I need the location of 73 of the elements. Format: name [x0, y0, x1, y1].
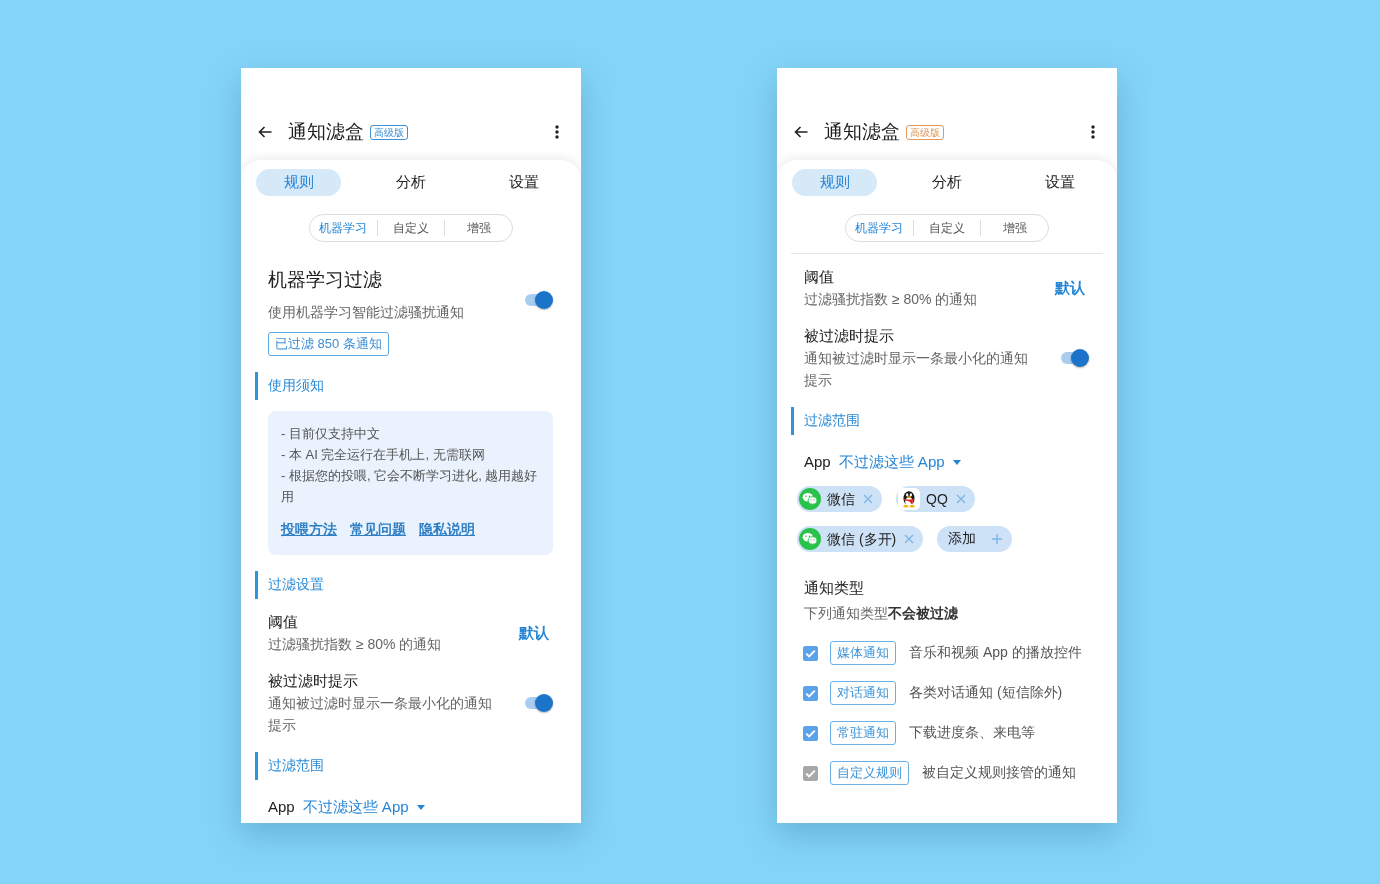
section-header: 过滤范围 — [791, 407, 1089, 435]
tab[interactable]: 分析 — [904, 169, 990, 196]
field-label: App — [804, 452, 831, 472]
edition-badge: 高级版 — [370, 124, 408, 140]
chat-bubbles-icon — [799, 488, 821, 510]
app-title: 通知滤盒 — [288, 120, 364, 144]
tab[interactable]: 设置 — [1017, 169, 1102, 196]
count-badge: 已过滤 850 条通知 — [268, 332, 389, 356]
tab[interactable]: 设置 — [481, 169, 566, 196]
help-link[interactable]: 投喂方法 — [281, 519, 337, 539]
back-arrow-icon[interactable] — [258, 126, 272, 138]
chip-label: 微信 (多开) — [827, 530, 897, 549]
default-button[interactable]: 默认 — [519, 623, 553, 643]
type-description: 被自定义规则接管的通知 — [922, 764, 1076, 782]
toggle-switch[interactable] — [1061, 348, 1089, 368]
setting-description: 通知被过滤时显示一条最小化的通知提示 — [268, 694, 493, 735]
chip-label: QQ — [926, 490, 948, 509]
section-subtitle: 下列通知类型不会被过滤 — [804, 604, 959, 623]
setting-description: 通知被过滤时显示一条最小化的通知提示 — [804, 349, 1029, 390]
setting-title: 阈值 — [268, 613, 298, 632]
tab[interactable]: 规则 — [256, 169, 341, 196]
segment-tab[interactable]: 自定义 — [376, 220, 445, 236]
type-tag: 常驻通知 — [830, 721, 896, 745]
tab[interactable]: 规则 — [792, 169, 877, 196]
segment-tab[interactable]: 机器学习 — [310, 220, 377, 236]
setting-description: 过滤骚扰指数 ≥ 80% 的通知 — [804, 290, 978, 309]
type-tag: 媒体通知 — [830, 641, 896, 665]
field-label: App — [268, 797, 295, 817]
back-arrow-icon[interactable] — [794, 126, 808, 138]
type-description: 各类对话通知 (短信除外) — [909, 684, 1063, 702]
notice-line: - 根据您的投喂, 它会不断学习进化, 越用越好用 — [281, 467, 539, 506]
notice-line: - 目前仅支持中文 — [281, 425, 381, 443]
edition-badge: 高级版 — [906, 124, 944, 140]
caret-icon — [952, 459, 961, 465]
toggle-switch[interactable] — [525, 289, 553, 310]
chip-label: 微信 — [827, 490, 855, 509]
add-app-button[interactable]: 添加 — [937, 526, 1013, 552]
segment-tab[interactable]: 增强 — [444, 220, 512, 236]
caret-icon — [416, 804, 425, 810]
help-link[interactable]: 隐私说明 — [419, 519, 475, 539]
toggle-switch[interactable] — [525, 693, 553, 713]
default-button[interactable]: 默认 — [1055, 278, 1089, 298]
checkbox[interactable] — [803, 645, 818, 661]
plus-icon — [992, 534, 1003, 544]
section-header: 使用须知 — [255, 372, 553, 400]
type-description: 下载进度条、来电等 — [909, 724, 1035, 742]
segment-tab[interactable]: 自定义 — [912, 220, 981, 236]
setting-title: 被过滤时提示 — [804, 327, 894, 346]
segment-tab[interactable]: 增强 — [980, 220, 1048, 236]
section-title: 通知类型 — [804, 578, 865, 598]
app-title: 通知滤盒 — [824, 120, 900, 144]
checkbox[interactable] — [803, 725, 818, 741]
filter-mode-dropdown[interactable]: 不过滤这些 App — [838, 452, 961, 472]
tab[interactable]: 分析 — [368, 169, 454, 196]
filter-mode-dropdown[interactable]: 不过滤这些 App — [302, 797, 425, 817]
type-tag: 自定义规则 — [830, 761, 909, 785]
feature-title: 机器学习过滤 — [268, 268, 382, 292]
chat-bubbles-icon — [799, 528, 821, 550]
penguin-icon — [898, 488, 920, 510]
setting-description: 过滤骚扰指数 ≥ 80% 的通知 — [268, 635, 442, 654]
checkbox[interactable] — [803, 685, 818, 701]
notice-line: - 本 AI 完全运行在手机上, 无需联网 — [281, 446, 486, 464]
feature-description: 使用机器学习智能过滤骚扰通知 — [268, 303, 464, 322]
section-header: 过滤设置 — [255, 571, 553, 599]
help-link[interactable]: 常见问题 — [350, 519, 406, 539]
more-icon[interactable] — [555, 125, 559, 139]
type-description: 音乐和视频 App 的播放控件 — [909, 644, 1082, 662]
setting-title: 阈值 — [804, 268, 834, 287]
segment-tab[interactable]: 机器学习 — [846, 220, 913, 236]
section-header: 过滤范围 — [255, 752, 553, 780]
more-icon[interactable] — [1091, 125, 1095, 139]
type-tag: 对话通知 — [830, 681, 896, 705]
setting-title: 被过滤时提示 — [268, 672, 358, 691]
